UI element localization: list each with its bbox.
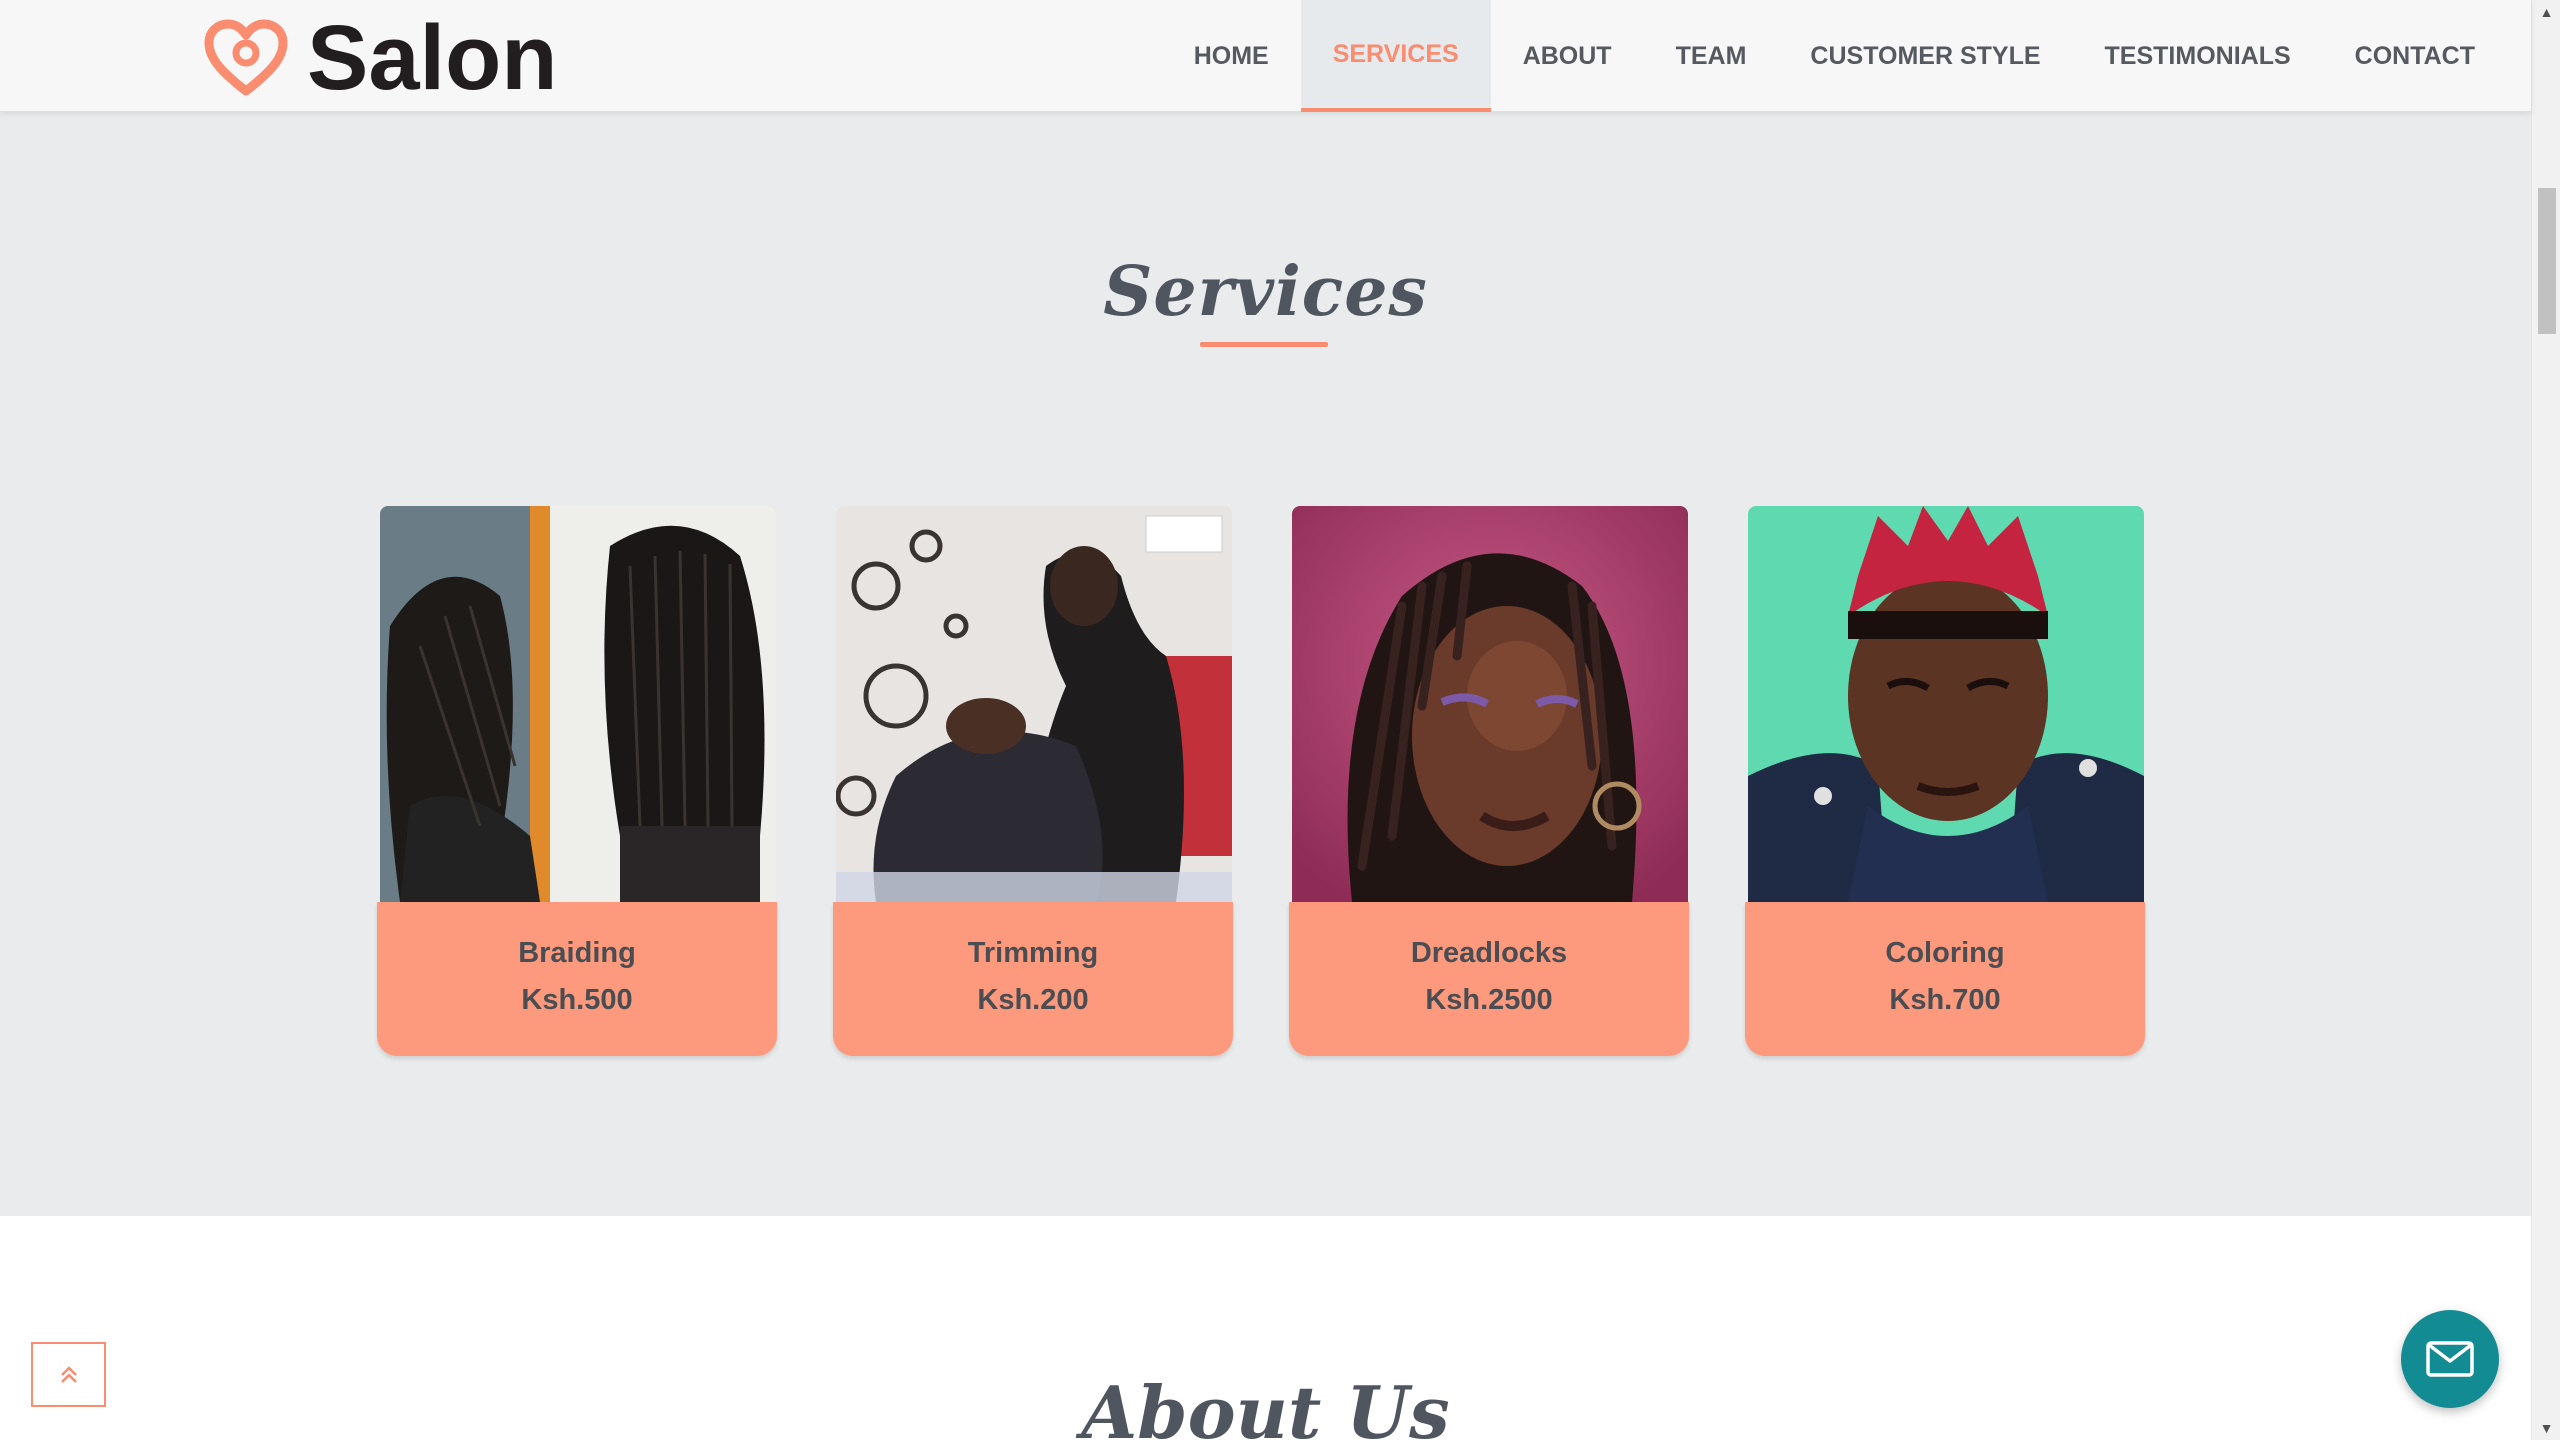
card-info: Dreadlocks Ksh.2500: [1289, 902, 1689, 1056]
about-title: About Us: [1081, 1370, 1450, 1440]
brand-name: Salon: [307, 7, 558, 109]
service-name: Braiding: [518, 937, 636, 969]
card-info: Braiding Ksh.500: [377, 902, 777, 1056]
page-scrollbar[interactable]: ▲ ▼: [2531, 0, 2560, 1440]
service-card-braiding[interactable]: Braiding Ksh.500: [377, 506, 777, 1056]
scroll-thumb[interactable]: [2538, 188, 2556, 334]
envelope-icon: [2426, 1341, 2474, 1377]
main-nav: HOME SERVICES ABOUT TEAM CUSTOMER STYLE …: [1162, 0, 2531, 112]
service-card-trimming[interactable]: Trimming Ksh.200: [833, 506, 1233, 1056]
service-price: Ksh.200: [977, 984, 1089, 1016]
barber-trimming-photo: [836, 506, 1232, 902]
colored-hair-photo: [1748, 506, 2144, 902]
scroll-down-arrow[interactable]: ▼: [2532, 1416, 2560, 1440]
nav-home[interactable]: HOME: [1162, 0, 1301, 112]
mail-button[interactable]: [2401, 1310, 2499, 1408]
service-card-coloring[interactable]: Coloring Ksh.700: [1745, 506, 2145, 1056]
double-chevron-up-icon: [60, 1365, 77, 1383]
services-section: Services Braiding Ksh.500 Trimming Ksh.2…: [0, 112, 2531, 1216]
service-price: Ksh.500: [521, 984, 633, 1016]
brand-logo[interactable]: Salon: [203, 7, 558, 109]
scroll-up-arrow[interactable]: ▲: [2532, 0, 2560, 24]
card-info: Trimming Ksh.200: [833, 902, 1233, 1056]
dreadlocks-photo: [1292, 506, 1688, 902]
service-name: Dreadlocks: [1410, 937, 1568, 969]
heart-logo-icon: [204, 19, 288, 96]
nav-testimonials[interactable]: TESTIMONIALS: [2073, 0, 2323, 112]
service-price: Ksh.700: [1889, 984, 2001, 1016]
nav-services[interactable]: SERVICES: [1300, 0, 1491, 112]
back-to-top-button[interactable]: [31, 1342, 106, 1407]
nav-team[interactable]: TEAM: [1644, 0, 1779, 112]
nav-customer-style[interactable]: CUSTOMER STYLE: [1778, 0, 2072, 112]
nav-about[interactable]: ABOUT: [1491, 0, 1644, 112]
site-header: Salon HOME SERVICES ABOUT TEAM CUSTOMER …: [0, 0, 2531, 112]
service-card-dreadlocks[interactable]: Dreadlocks Ksh.2500: [1289, 506, 1689, 1056]
title-underline: [1200, 342, 1328, 347]
services-title: Services: [1103, 252, 1428, 332]
braided-hair-photo: [380, 506, 776, 902]
service-name: Trimming: [967, 937, 1099, 969]
card-info: Coloring Ksh.700: [1745, 902, 2145, 1056]
service-price: Ksh.2500: [1425, 984, 1553, 1016]
nav-contact[interactable]: CONTACT: [2323, 0, 2531, 112]
service-name: Coloring: [1885, 937, 2005, 969]
